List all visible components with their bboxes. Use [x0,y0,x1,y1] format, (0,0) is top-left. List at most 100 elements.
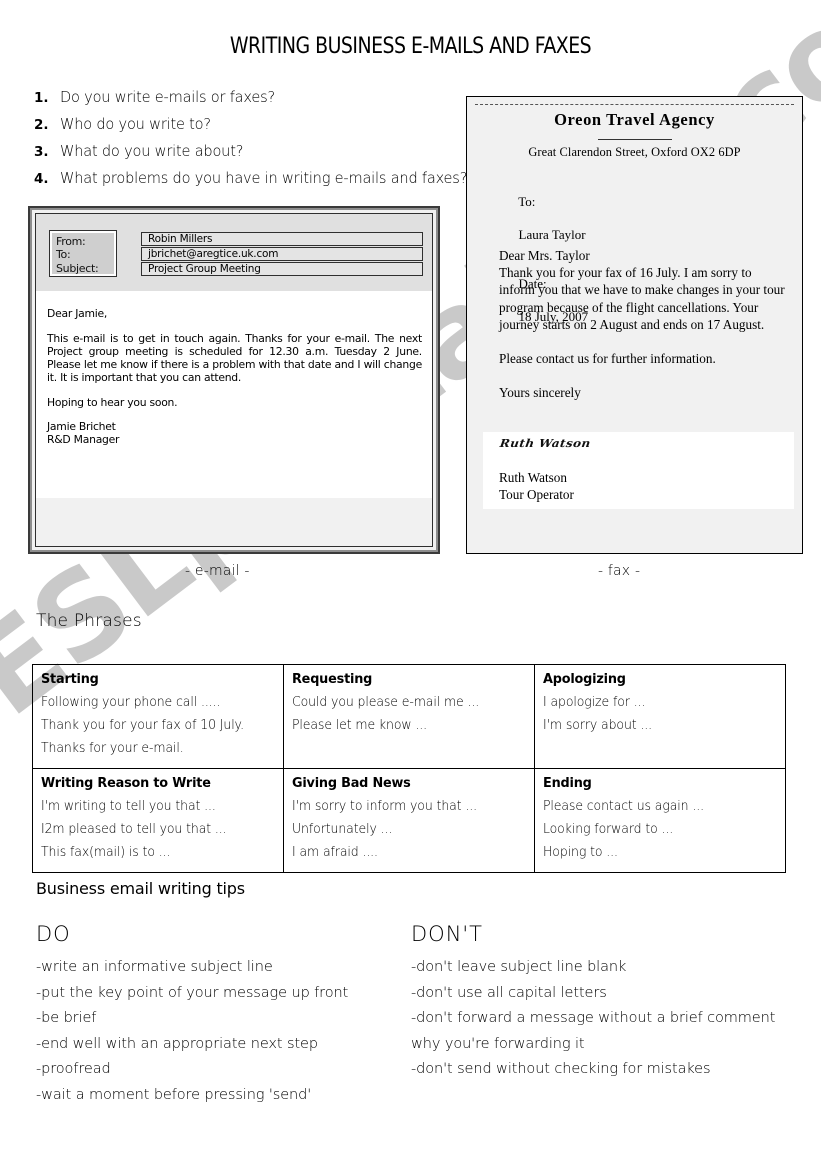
to-label: To: [56,248,71,262]
fax-signer: Ruth Watson Tour Operator [499,470,574,503]
fax-closing: Yours sincerely [499,385,581,401]
fax-body: Dear Mrs. Taylor Thank you for your fax … [499,247,786,401]
email-window-inner: From: To: Subject: Robin Millers jbriche… [35,213,433,547]
table-row: Writing Reason to Write I'm writing to t… [32,768,786,873]
email-body: Dear Jamie, This e-mail is to get in tou… [36,291,432,498]
tips-heading: Business email writing tips [36,879,245,898]
fax-signer-title: Tour Operator [499,486,574,502]
email-example-window: From: To: Subject: Robin Millers jbriche… [28,206,440,554]
phrase-cell-bad-news: Giving Bad News I'm sorry to inform you … [283,768,535,873]
email-footer-strip [36,498,432,546]
phrase-cell-requesting: Requesting Could you please e-mail me ..… [283,664,535,769]
cell-line: This fax(mail) is to ... [41,845,171,860]
question-text: What problems do you have in writing e-m… [60,169,468,187]
cell-heading: Giving Bad News [292,775,411,791]
subject-label: Subject: [56,261,99,275]
email-field-labels: From: To: Subject: [49,230,117,277]
cell-heading: Ending [543,775,592,791]
cell-line: Hoping to ... [543,845,618,860]
cell-line: Could you please e-mail me ... [292,695,480,710]
fax-example-box: Oreon Travel Agency Great Clarendon Stre… [466,96,803,554]
list-item: 2. Who do you write to? [34,115,504,133]
subject-field[interactable]: Project Group Meeting [141,262,423,276]
question-text: Do you write e-mails or faxes? [60,88,276,106]
cell-line: Thanks for your e-mail. [41,741,184,756]
fax-to-label: To: [518,193,536,209]
list-item: 1. Do you write e-mails or faxes? [34,88,504,106]
phrases-grid: Starting Following your phone call .....… [32,664,786,873]
question-number: 4. [34,171,49,187]
fax-company-address: Great Clarendon Street, Oxford OX2 6DP [528,145,741,159]
email-field-labels-shade: From: To: Subject: [52,233,114,275]
page-title: WRITING BUSINESS E-MAILS AND FAXES [229,34,592,59]
fax-contact-line: Please contact us for further informatio… [499,351,716,367]
cell-line: Please contact us again ... [543,799,704,814]
fax-to-value: Laura Taylor [518,226,586,242]
cell-line: I am afraid .... [292,845,378,860]
fax-company-name: Oreon Travel Agency [554,110,715,129]
handwritten-signature: Ruth Watson [499,437,592,450]
question-number: 3. [34,144,49,160]
dont-column: DON'T -don't leave subject line blank -d… [411,922,811,1083]
cell-line: Following your phone call ..... [41,695,221,710]
do-item: -proofread [36,1061,111,1078]
question-text: What do you write about? [60,142,244,160]
dont-item: why you're forwarding it [411,1035,585,1052]
do-item: -be brief [36,1010,97,1027]
cell-line: Please let me know ... [292,718,428,733]
fax-signature-block: Ruth Watson Ruth Watson Tour Operator [483,432,794,509]
email-header-area: From: To: Subject: Robin Millers jbriche… [36,214,432,291]
cell-line: Thank you for your fax of 10 July. [41,718,244,733]
phrases-table: Starting Following your phone call .....… [32,664,786,873]
do-column: DO -write an informative subject line -p… [36,922,416,1109]
dont-item: -don't send without checking for mistake… [411,1061,711,1078]
dont-item: -don't forward a message without a brief… [411,1010,776,1027]
do-title: DO [36,922,71,946]
cell-line: I apologize for ... [543,695,646,710]
do-item: -end well with an appropriate next step [36,1035,318,1052]
cell-heading: Apologizing [543,671,626,687]
fax-dashed-divider [475,104,794,105]
dont-title: DON'T [411,922,484,946]
email-field-values: Robin Millers jbrichet@aregtice.uk.com P… [141,232,423,277]
email-greeting: Dear Jamie, [47,307,108,320]
cell-heading: Writing Reason to Write [41,775,211,791]
do-item: -put the key point of your message up fr… [36,984,349,1001]
fax-signer-name: Ruth Watson [499,470,567,485]
table-row: Starting Following your phone call .....… [32,664,786,769]
question-number: 1. [34,90,49,106]
dont-item: -don't use all capital letters [411,984,607,1001]
cell-line: I'm sorry to inform you that ... [292,799,477,814]
from-field[interactable]: Robin Millers [141,232,423,246]
questions-list: 1. Do you write e-mails or faxes? 2. Who… [34,88,504,196]
phrase-cell-apologizing: Apologizing I apologize for ... I'm sorr… [534,664,786,769]
cell-line: I2m pleased to tell you that ... [41,822,227,837]
do-item: -write an informative subject line [36,959,273,975]
fax-caption: - fax - [598,563,641,579]
cell-line: Looking forward to ... [543,822,674,837]
to-field[interactable]: jbrichet@aregtice.uk.com [141,247,423,261]
email-signer-title: R&D Manager [47,433,120,447]
cell-heading: Starting [41,671,99,687]
dont-item: -don't leave subject line blank [411,959,627,975]
cell-heading: Requesting [292,671,373,687]
phrase-cell-writing-reason: Writing Reason to Write I'm writing to t… [32,768,284,873]
phrase-cell-ending: Ending Please contact us again ... Looki… [534,768,786,873]
phrase-cell-starting: Starting Following your phone call .....… [32,664,284,769]
cell-line: I'm sorry about ... [543,718,653,733]
list-item: 3. What do you write about? [34,142,504,160]
do-item: -wait a moment before pressing 'send' [36,1086,312,1103]
email-paragraph: This e-mail is to get in touch again. Th… [47,331,422,384]
question-number: 2. [34,117,49,133]
list-item: 4. What problems do you have in writing … [34,169,504,187]
fax-greeting: Dear Mrs. Taylor [499,248,590,263]
cell-line: Unfortunately ... [292,822,393,837]
email-caption: - e-mail - [185,563,250,579]
fax-paragraph: Thank you for your fax of 16 July. I am … [499,265,785,332]
fax-title-rule [597,139,672,140]
email-closing: Hoping to hear you soon. [47,395,178,409]
phrases-heading: The Phrases [36,611,142,631]
